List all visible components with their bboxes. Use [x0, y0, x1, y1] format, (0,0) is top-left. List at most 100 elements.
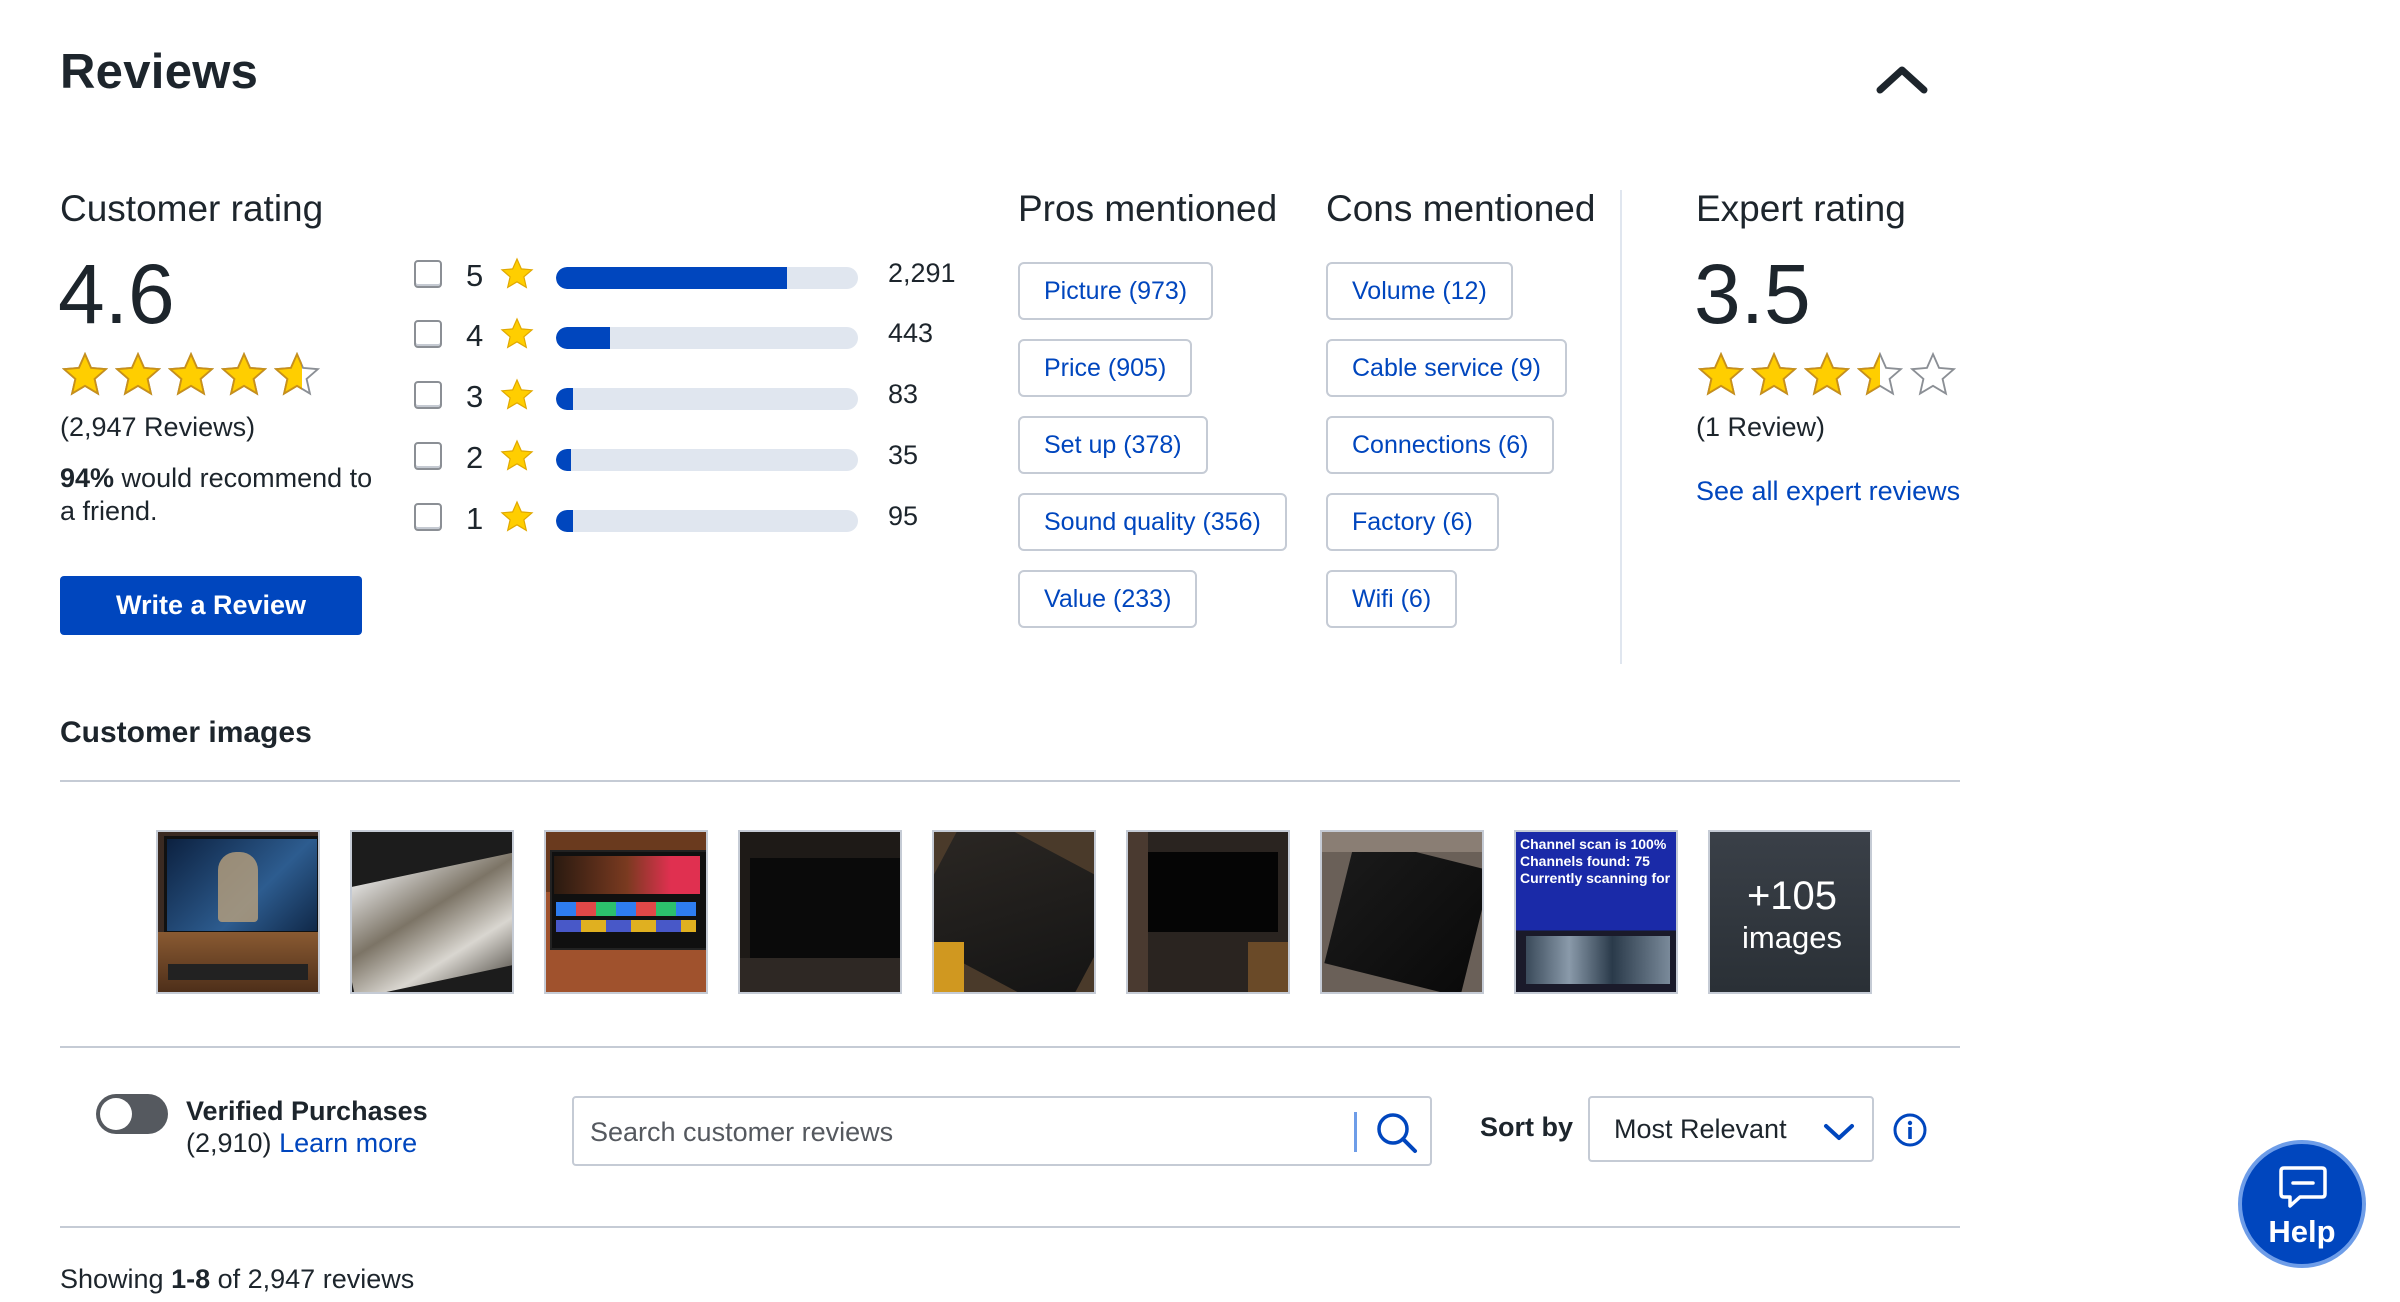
showing-prefix: Showing: [60, 1264, 172, 1294]
customer-image-thumbnail[interactable]: [932, 830, 1096, 994]
customer-image-thumbnail[interactable]: [156, 830, 320, 994]
histogram-row-2[interactable]: 2 35: [414, 439, 974, 480]
con-chip[interactable]: Factory (6): [1326, 493, 1499, 551]
customer-image-thumbnail[interactable]: [738, 830, 902, 994]
verified-purchases-label: Verified Purchases: [186, 1096, 428, 1126]
help-button[interactable]: Help: [2238, 1140, 2366, 1268]
customer-image-thumbnail[interactable]: [544, 830, 708, 994]
customer-image-thumbnail[interactable]: [350, 830, 514, 994]
expert-review-count: (1 Review): [1696, 412, 1826, 442]
write-review-button[interactable]: Write a Review: [60, 576, 362, 635]
collapse-chevron-up-icon[interactable]: [1872, 58, 1932, 98]
showing-range: 1-8: [171, 1264, 211, 1294]
verified-count: (2,910): [186, 1128, 272, 1158]
star-level: 1: [466, 501, 484, 536]
histogram-bar: [556, 449, 858, 471]
histogram-count: 35: [888, 440, 919, 470]
divider: [60, 780, 1960, 782]
pros-heading: Pros mentioned: [1018, 188, 1278, 229]
star-icon: [500, 317, 534, 349]
expert-star-rating: [1696, 350, 1958, 405]
histogram-bar-fill: [556, 267, 788, 289]
search-button[interactable]: [1370, 1106, 1424, 1158]
customer-image-thumbnail[interactable]: Channel scan is 100% Channels found: 75 …: [1514, 830, 1678, 994]
filter-checkbox[interactable]: [414, 442, 442, 470]
rating-star-icon: [167, 351, 215, 396]
histogram-bar-fill: [556, 388, 573, 410]
recommend-percent: 94%: [60, 463, 115, 493]
customer-rating-score: 4.6: [58, 247, 175, 341]
rating-star-icon: [273, 351, 321, 396]
info-icon[interactable]: [1892, 1112, 1928, 1148]
con-chip[interactable]: Volume (12): [1326, 262, 1513, 320]
see-all-expert-reviews-link[interactable]: See all expert reviews: [1696, 476, 1960, 507]
more-images-count: +105: [1746, 874, 1838, 918]
con-chip[interactable]: Connections (6): [1326, 416, 1555, 474]
star-level: 2: [466, 440, 484, 475]
channel-scan-text: Channel scan is 100% Channels found: 75 …: [1520, 836, 1676, 887]
con-chip[interactable]: Wifi (6): [1326, 570, 1458, 628]
rating-star-icon: [1909, 351, 1957, 396]
rating-star-icon: [220, 351, 268, 396]
filter-checkbox[interactable]: [414, 381, 442, 409]
channel-scan-line: Channels found: 75: [1520, 853, 1650, 869]
star-icon: [500, 500, 534, 532]
histogram-bar: [556, 327, 858, 349]
star-level: 3: [466, 379, 484, 414]
pro-chip[interactable]: Sound quality (356): [1018, 493, 1287, 551]
rating-star-icon: [114, 351, 162, 396]
histogram-row-1[interactable]: 1 95: [414, 500, 974, 541]
verified-purchases-toggle[interactable]: [96, 1094, 168, 1134]
reviews-heading: Reviews: [60, 45, 259, 99]
chat-bubble-icon: [2279, 1166, 2327, 1208]
verified-purchases-info: (2,910) Learn more: [186, 1128, 417, 1159]
pro-chip[interactable]: Price (905): [1018, 339, 1193, 397]
recommend-text: 94% would recommend to a friend.: [60, 462, 380, 528]
con-chip[interactable]: Cable service (9): [1326, 339, 1567, 397]
histogram-bar: [556, 388, 858, 410]
histogram-row-4[interactable]: 4 443: [414, 317, 974, 358]
search-icon: [1377, 1113, 1417, 1153]
star-level: 5: [466, 258, 484, 293]
more-images-label: images: [1742, 920, 1842, 955]
star-level: 4: [466, 318, 484, 353]
sort-by-label: Sort by: [1480, 1112, 1574, 1142]
histogram-count: 2,291: [888, 258, 956, 288]
pro-chip[interactable]: Set up (378): [1018, 416, 1208, 474]
customer-image-thumbnail[interactable]: [1126, 830, 1290, 994]
expert-rating-score: 3.5: [1694, 247, 1811, 341]
learn-more-link[interactable]: Learn more: [279, 1128, 417, 1158]
histogram-bar: [556, 510, 858, 532]
more-images-tile[interactable]: +105 images: [1708, 830, 1872, 994]
pro-chip[interactable]: Value (233): [1018, 570, 1198, 628]
search-input[interactable]: [588, 1106, 1372, 1158]
histogram-bar-fill: [556, 510, 573, 532]
pro-chip[interactable]: Picture (973): [1018, 262, 1214, 320]
customer-review-count: (2,947 Reviews): [60, 412, 256, 442]
chevron-down-icon: [1824, 1124, 1854, 1140]
histogram-row-3[interactable]: 3 83: [414, 378, 974, 419]
toggle-knob: [100, 1098, 132, 1130]
histogram-bar: [556, 267, 858, 289]
sort-select[interactable]: Most Relevant: [1588, 1096, 1874, 1162]
histogram-row-5[interactable]: 5 2,291: [414, 257, 974, 298]
histogram-bar-fill: [556, 449, 572, 471]
rating-star-icon: [1750, 351, 1798, 396]
sort-selected-value: Most Relevant: [1614, 1114, 1787, 1144]
customer-rating-heading: Customer rating: [60, 188, 324, 229]
channel-scan-line: Channel scan is 100%: [1520, 836, 1667, 852]
divider: [60, 1226, 1960, 1228]
cons-heading: Cons mentioned: [1326, 188, 1596, 229]
review-search-box: [572, 1096, 1432, 1166]
customer-image-thumbnail[interactable]: [1320, 830, 1484, 994]
histogram-count: 95: [888, 501, 919, 531]
histogram-count: 443: [888, 318, 934, 348]
channel-scan-line: Currently scanning for: [1520, 870, 1671, 886]
section-divider: [1620, 190, 1622, 664]
filter-checkbox[interactable]: [414, 503, 442, 531]
rating-star-icon: [1697, 351, 1745, 396]
filter-checkbox[interactable]: [414, 320, 442, 348]
showing-results-text: Showing 1-8 of 2,947 reviews: [60, 1264, 414, 1295]
divider: [60, 1046, 1960, 1048]
filter-checkbox[interactable]: [414, 260, 442, 288]
